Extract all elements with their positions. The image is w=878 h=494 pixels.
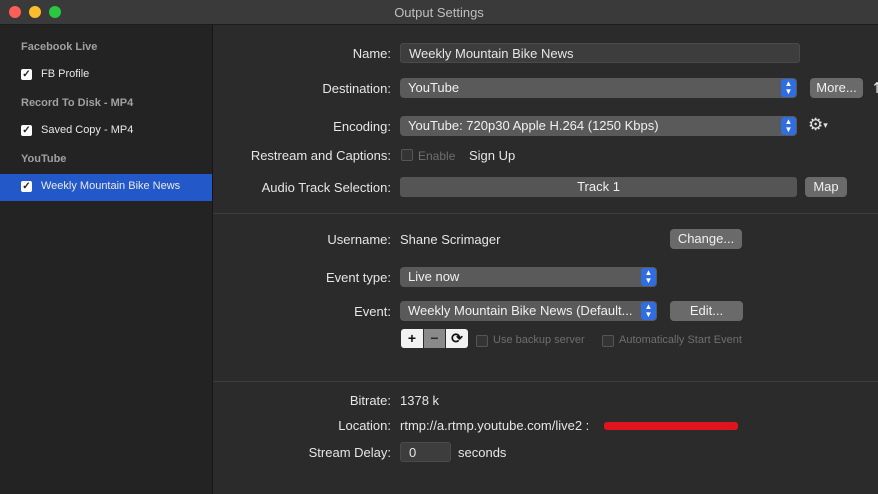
event-label: Event:: [354, 304, 391, 319]
refresh-icon[interactable]: ⟳: [446, 329, 468, 348]
section-divider: [213, 213, 878, 214]
chevron-updown-icon: ▲ ▼: [641, 302, 656, 320]
event-type-select[interactable]: Live now ▲ ▼: [400, 267, 657, 287]
title-bar: Output Settings: [0, 0, 878, 25]
checkmark-icon[interactable]: ✓: [21, 125, 32, 136]
backup-server-checkbox[interactable]: [476, 335, 488, 347]
backup-server-label: Use backup server: [493, 334, 585, 346]
sidebar-group-facebook-live: Facebook Live: [21, 41, 98, 53]
sidebar-item-saved-copy[interactable]: ✓ Saved Copy - MP4: [0, 118, 212, 145]
window-title: Output Settings: [394, 5, 484, 20]
chevron-updown-icon: ▲ ▼: [641, 268, 656, 286]
destination-label: Destination:: [322, 81, 391, 96]
sidebar-item-fb-profile[interactable]: ✓ FB Profile: [0, 62, 212, 89]
sidebar-item-label: Saved Copy - MP4: [41, 124, 134, 136]
event-type-label: Event type:: [325, 270, 391, 285]
map-button[interactable]: Map: [805, 177, 847, 197]
sign-up-link[interactable]: Sign Up: [469, 148, 515, 163]
encoding-label: Encoding:: [333, 119, 391, 134]
encoding-value: YouTube: 720p30 Apple H.264 (1250 Kbps): [408, 118, 659, 133]
audio-track-label: Audio Track Selection:: [261, 180, 391, 195]
sidebar: Facebook Live ✓ FB Profile Record To Dis…: [0, 25, 213, 494]
chevron-updown-icon: ▲ ▼: [781, 117, 796, 135]
section-divider: [213, 381, 878, 382]
location-value: rtmp://a.rtmp.youtube.com/live2 :: [400, 418, 590, 433]
location-label: Location:: [338, 418, 391, 433]
name-label: Name:: [352, 46, 391, 61]
username-label: Username:: [327, 232, 391, 247]
destination-select[interactable]: YouTube ▲ ▼: [400, 78, 797, 98]
remove-event-button[interactable]: −: [424, 329, 445, 348]
sidebar-item-label: Weekly Mountain Bike News: [41, 180, 181, 192]
username-value: Shane Scrimager: [400, 232, 501, 247]
encoding-select[interactable]: YouTube: 720p30 Apple H.264 (1250 Kbps) …: [400, 116, 797, 136]
sidebar-item-weekly-mountain-bike-news[interactable]: ✓ Weekly Mountain Bike News: [0, 174, 212, 201]
event-select[interactable]: Weekly Mountain Bike News (Default... ▲ ▼: [400, 301, 657, 321]
destination-value: YouTube: [408, 80, 460, 95]
stream-delay-unit: seconds: [458, 445, 507, 460]
checkmark-icon[interactable]: ✓: [21, 181, 32, 192]
gear-icon[interactable]: ⚙▾: [808, 115, 828, 135]
stream-delay-input[interactable]: [400, 442, 451, 462]
change-button[interactable]: Change...: [670, 229, 742, 249]
auto-start-checkbox[interactable]: [602, 335, 614, 347]
settings-panel: Name: Destination: YouTube ▲▼ More... ⇅ …: [213, 25, 878, 494]
add-event-button[interactable]: +: [401, 329, 423, 348]
stream-delay-label: Stream Delay:: [308, 445, 391, 460]
more-button[interactable]: More...: [810, 78, 863, 98]
enable-label: Enable: [418, 149, 456, 163]
enable-checkbox[interactable]: [401, 149, 413, 161]
sort-icon[interactable]: ⇅: [873, 79, 878, 97]
redaction-mark: [604, 422, 738, 430]
sidebar-group-youtube: YouTube: [21, 153, 67, 165]
sidebar-group-record-to-disk: Record To Disk - MP4: [21, 97, 134, 109]
event-value: Weekly Mountain Bike News (Default...: [408, 303, 633, 318]
chevron-updown-icon: ▲ ▼: [781, 79, 796, 97]
sidebar-item-label: FB Profile: [41, 68, 90, 80]
bitrate-label: Bitrate:: [349, 393, 391, 408]
bitrate-value: 1378 k: [400, 393, 440, 408]
edit-button[interactable]: Edit...: [670, 301, 743, 321]
checkmark-icon[interactable]: ✓: [21, 69, 32, 80]
event-type-value: Live now: [408, 269, 460, 284]
restream-label: Restream and Captions:: [250, 148, 391, 163]
name-input[interactable]: [400, 43, 800, 63]
auto-start-label: Automatically Start Event: [619, 334, 742, 346]
audio-track-selector[interactable]: Track 1: [400, 177, 797, 197]
